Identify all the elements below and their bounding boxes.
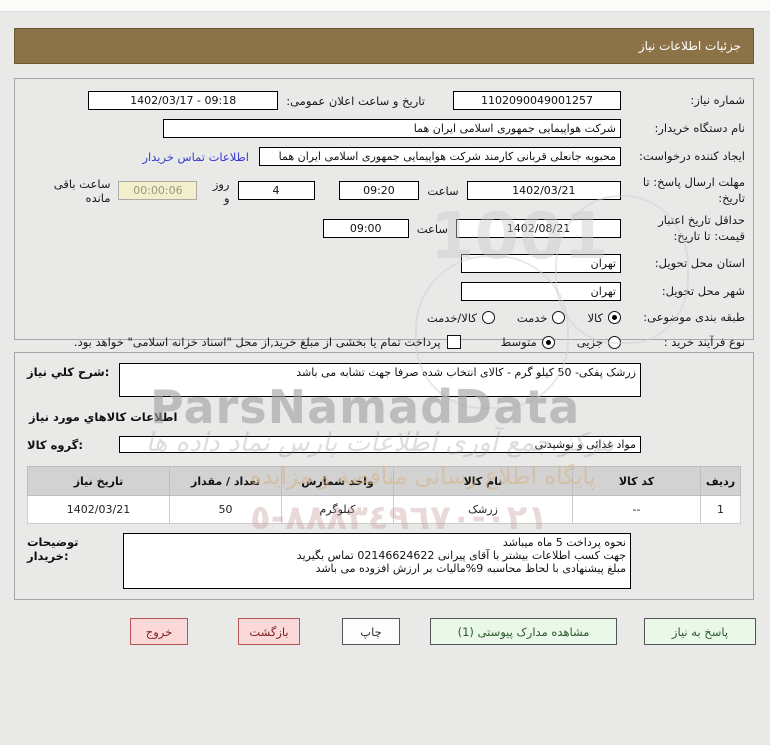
goods-group-label: گروه کالا: bbox=[27, 438, 83, 452]
buyer-notes-line: مبلغ پیشنهادی با لحاظ محاسبه 9%مالیات بر… bbox=[315, 562, 626, 575]
cell-item-code: -- bbox=[572, 495, 701, 524]
process-option-medium[interactable]: متوسط bbox=[501, 335, 555, 349]
section-header-title: جزئیات اطلاعات نیاز bbox=[638, 39, 741, 53]
respond-button[interactable]: پاسخ به نیاز bbox=[644, 618, 756, 645]
cell-unit: کیلوگرم bbox=[281, 495, 394, 524]
buyer-notes-label: توضیحات خریدار: bbox=[27, 535, 79, 563]
buyer-notes-line: نحوه پرداخت 5 ماه میباشد bbox=[502, 536, 626, 549]
validity-time-field[interactable]: 09:00 bbox=[322, 219, 409, 239]
validity-label: حداقل تاریخ اعتبار قیمت: تا تاریخ: bbox=[658, 213, 745, 243]
buyer-org-field[interactable]: شرکت هواپیمایی جمهوری اسلامی ایران هما bbox=[163, 119, 621, 138]
radio-icon bbox=[552, 311, 566, 325]
row-requester: ایجاد کننده درخواست: محبوبه جانعلی قربان… bbox=[23, 147, 745, 166]
section-header: جزئیات اطلاعات نیاز bbox=[14, 28, 754, 64]
announce-field[interactable]: 1402/03/17 - 09:18 bbox=[88, 91, 279, 110]
need-info-panel: شماره نیاز: 1102090049001257 تاریخ و ساع… bbox=[14, 78, 754, 350]
deadline-remaining-label: ساعت باقی مانده bbox=[53, 176, 111, 205]
row-goods-group: گروه کالا: مواد غذائی و نوشیدنی bbox=[27, 436, 741, 453]
radio-icon bbox=[481, 311, 495, 325]
city-field[interactable]: تهران bbox=[461, 282, 621, 302]
row-description: شرح کلي نياز: زرشک پفکی- 50 کیلو گرم - ک… bbox=[27, 363, 741, 397]
action-bar: خروج بازگشت چاپ مشاهده مدارک پیوستی (1) … bbox=[0, 618, 770, 645]
print-button[interactable]: چاپ bbox=[342, 618, 400, 645]
attachments-button[interactable]: مشاهده مدارک پیوستی (1) bbox=[430, 618, 617, 645]
treasury-payment-option[interactable]: پرداخت تمام یا بخشی از مبلغ خرید,از محل … bbox=[73, 335, 461, 350]
row-validity: حداقل تاریخ اعتبار قیمت: تا تاریخ: 1402/… bbox=[23, 213, 745, 244]
province-label: استان محل تحویل: bbox=[654, 255, 745, 270]
row-buyer-notes: توضیحات خریدار: نحوه پرداخت 5 ماه میباشد… bbox=[27, 533, 741, 589]
deadline-days-label: روز و bbox=[212, 176, 230, 205]
category-label: طبقه بندی موضوعی: bbox=[643, 310, 745, 325]
category-option-service[interactable]: خدمت bbox=[517, 311, 566, 325]
process-option-minor[interactable]: جزیی bbox=[577, 335, 621, 349]
deadline-label: مهلت ارسال پاسخ: تا تاریخ: bbox=[642, 175, 745, 205]
process-type-label: نوع فرآیند خرید : bbox=[663, 334, 745, 349]
category-option-goods-label: کالا bbox=[587, 310, 603, 325]
category-option-goods[interactable]: کالا bbox=[587, 311, 621, 325]
radio-selected-icon bbox=[541, 335, 555, 349]
buyer-notes-line: جهت کسب اطلاعات بیشتر با آقای پیرانی 021… bbox=[296, 549, 626, 562]
back-button[interactable]: بازگشت bbox=[238, 618, 300, 645]
category-option-service-label: خدمت bbox=[516, 310, 548, 325]
province-field[interactable]: تهران bbox=[461, 254, 621, 274]
process-option-minor-label: جزیی bbox=[576, 335, 603, 350]
col-row-number: ردیف bbox=[700, 466, 741, 496]
buyer-notes-field[interactable]: نحوه پرداخت 5 ماه میباشد جهت کسب اطلاعات… bbox=[123, 533, 631, 589]
radio-selected-icon bbox=[608, 311, 621, 325]
col-need-date: تاریخ نیاز bbox=[27, 466, 170, 496]
validity-date-field[interactable]: 1402/08/21 bbox=[456, 219, 621, 239]
row-category: طبقه بندی موضوعی: کالا خدمت کالا/خدمت bbox=[23, 310, 745, 326]
category-option-goods-service[interactable]: کالا/خدمت bbox=[427, 311, 495, 325]
deadline-hour-label: ساعت bbox=[427, 183, 459, 198]
row-province: استان محل تحویل: تهران bbox=[23, 254, 745, 274]
buyer-org-label: نام دستگاه خریدار: bbox=[654, 120, 745, 135]
deadline-time-field[interactable]: 09:20 bbox=[338, 181, 420, 201]
col-item-code: کد کالا bbox=[572, 466, 701, 496]
window-top-strip bbox=[0, 0, 770, 12]
items-table-header-row: ردیف کد کالا نام کالا واحد شمارش تعداد /… bbox=[27, 466, 741, 496]
requester-label: ایجاد کننده درخواست: bbox=[639, 148, 745, 163]
validity-hour-label: ساعت bbox=[416, 221, 448, 236]
announce-label: تاریخ و ساعت اعلان عمومی: bbox=[286, 93, 425, 108]
col-quantity: تعداد / مقدار bbox=[169, 466, 282, 496]
items-table: ردیف کد کالا نام کالا واحد شمارش تعداد /… bbox=[27, 466, 741, 524]
need-detail-panel: شرح کلي نياز: زرشک پفکی- 50 کیلو گرم - ک… bbox=[14, 352, 754, 600]
process-option-medium-label: متوسط bbox=[500, 335, 537, 350]
items-table-row: 1 -- زرشک کیلوگرم 50 1402/03/21 bbox=[27, 495, 741, 524]
city-label: شهر محل تحویل: bbox=[661, 283, 745, 298]
row-buyer-org: نام دستگاه خریدار: شرکت هواپیمایی جمهوری… bbox=[23, 119, 745, 138]
description-label: شرح کلي نياز: bbox=[27, 365, 110, 379]
buyer-contact-link[interactable]: اطلاعات تماس خریدار bbox=[142, 150, 249, 164]
exit-button[interactable]: خروج bbox=[130, 618, 188, 645]
treasury-checkbox[interactable] bbox=[446, 335, 461, 350]
cell-row-number: 1 bbox=[700, 495, 741, 524]
row-city: شهر محل تحویل: تهران bbox=[23, 282, 745, 302]
row-need-number: شماره نیاز: 1102090049001257 تاریخ و ساع… bbox=[23, 91, 745, 110]
items-heading: اطلاعات کالاهاي مورد نیاز bbox=[29, 410, 178, 424]
cell-quantity: 50 bbox=[169, 495, 282, 524]
row-deadline: مهلت ارسال پاسخ: تا تاریخ: 1402/03/21 سا… bbox=[23, 175, 745, 206]
need-number-field[interactable]: 1102090049001257 bbox=[453, 91, 621, 110]
deadline-countdown: 00:00:06 bbox=[118, 181, 198, 201]
goods-group-field[interactable]: مواد غذائی و نوشیدنی bbox=[119, 436, 641, 453]
cell-need-date: 1402/03/21 bbox=[27, 495, 170, 524]
deadline-days-field[interactable]: 4 bbox=[237, 181, 315, 201]
col-item-name: نام کالا bbox=[393, 466, 573, 496]
need-number-label: شماره نیاز: bbox=[690, 92, 745, 107]
category-option-goods-service-label: کالا/خدمت bbox=[426, 310, 477, 325]
requester-field[interactable]: محبوبه جانعلی قربانی کارمند شرکت هواپیما… bbox=[259, 147, 621, 166]
row-process-type: نوع فرآیند خرید : جزیی متوسط پرداخت تمام… bbox=[23, 335, 745, 351]
treasury-checkbox-label: پرداخت تمام یا بخشی از مبلغ خرید,از محل … bbox=[73, 335, 441, 350]
deadline-date-field[interactable]: 1402/03/21 bbox=[466, 181, 621, 201]
cell-item-name: زرشک bbox=[393, 495, 573, 524]
description-field[interactable]: زرشک پفکی- 50 کیلو گرم - کالای انتخاب شد… bbox=[119, 363, 641, 397]
col-unit: واحد شمارش bbox=[281, 466, 394, 496]
radio-icon bbox=[608, 335, 621, 349]
